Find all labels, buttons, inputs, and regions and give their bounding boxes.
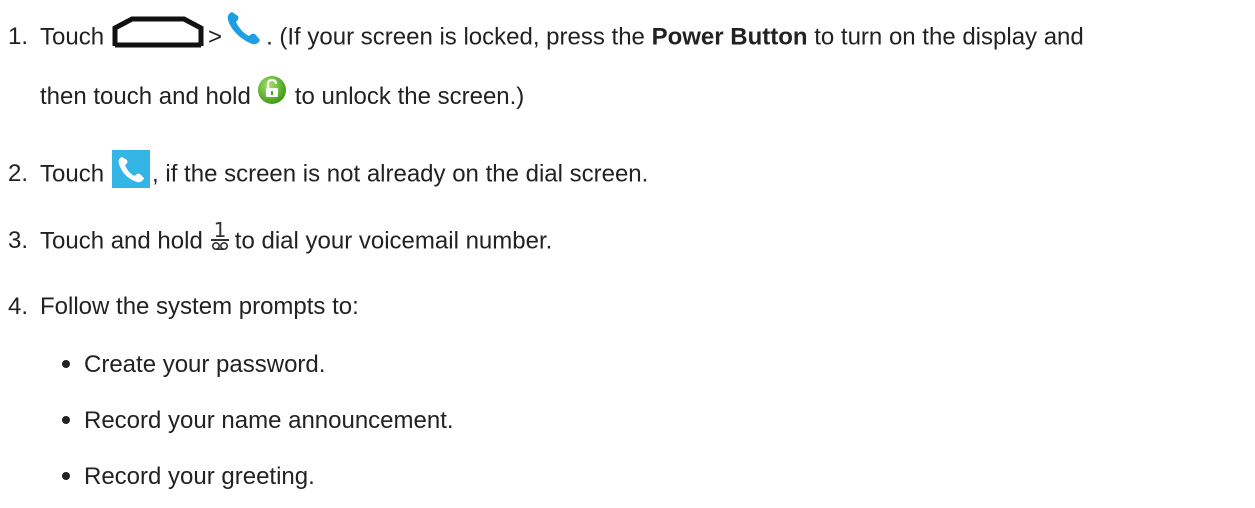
unlock-icon [257,75,287,105]
step-4: 4. Follow the system prompts to: [8,292,359,322]
phone-tile-icon [112,150,151,188]
bullet-text: Create your password. [84,351,326,378]
bullet-item: Record your greeting. [62,462,315,492]
step-2-text: , if the screen is not already on the di… [152,160,649,188]
step-number: 1. [8,23,29,51]
bullet-item: Create your password. [62,350,325,380]
bullet-dot [62,471,70,480]
power-button-label: Power Button [651,23,808,51]
phone-icon [224,8,264,48]
step-1-text-b: to turn on the display and [814,23,1084,51]
home-key-icon [112,16,204,48]
step-1-line2-b: to unlock the screen.) [294,83,525,110]
bullet-item: Record your name announcement. [62,406,454,436]
voicemail-key-icon: 1 [209,218,231,252]
dialkey-digit: 1 [213,220,226,242]
step-3-text: to dial your voicemail number. [234,227,553,255]
instructions-document: 1. Touch > . (If your screen is locked, pre… [0,0,1255,508]
bullet-text: Record your greeting. [84,463,315,490]
bullet-dot [62,415,70,424]
step-2-touch: Touch [40,160,105,188]
step-2: 2. Touch , if the screen is not already on… [8,150,649,194]
step-1-text-a: . (If your screen is locked, press the [266,23,645,51]
step-number: 2. [8,160,29,188]
step-number: 4. [8,293,29,320]
step-1: 1. Touch > . (If your screen is locked, pre… [8,12,1084,58]
step-1-touch: Touch [40,23,105,51]
bullet-dot [62,359,70,368]
bullet-text: Record your name announcement. [84,407,454,434]
step-4-text: Follow the system prompts to: [40,293,359,320]
step-3-touch: Touch and hold [40,227,203,255]
step-number: 3. [8,227,29,255]
step-1-line2-a: then touch and hold [40,83,251,110]
step-3: 3. Touch and hold 1 to dial your voicemail … [8,218,553,258]
step-1-gt: > [208,23,223,51]
step-1-continued: then touch and hold to unlock the screen.… [40,75,525,113]
